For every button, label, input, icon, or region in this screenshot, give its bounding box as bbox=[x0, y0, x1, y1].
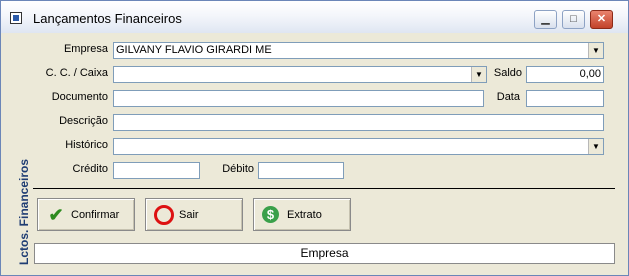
form-panel: Empresa GILVANY FLAVIO GIRARDI ME ▼ C. C… bbox=[30, 33, 624, 273]
separator-line bbox=[33, 188, 615, 189]
credito-field[interactable] bbox=[113, 162, 200, 179]
title-bar[interactable]: Lançamentos Financeiros ▁ □ ✕ bbox=[1, 1, 628, 33]
descricao-field[interactable] bbox=[113, 114, 604, 131]
saldo-field[interactable]: 0,00 bbox=[526, 66, 604, 83]
sidebar-label: Lctos. Financeiros bbox=[17, 158, 31, 265]
cc-caixa-label: C. C. / Caixa bbox=[45, 67, 108, 79]
confirmar-button[interactable]: ✔ Confirmar bbox=[37, 198, 135, 231]
lancamentos-window: Lançamentos Financeiros ▁ □ ✕ Lctos. Fin… bbox=[0, 0, 629, 276]
debito-field[interactable] bbox=[258, 162, 344, 179]
saldo-label: Saldo bbox=[493, 67, 522, 79]
descricao-label: Descrição bbox=[59, 115, 108, 127]
dollar-icon: $ bbox=[262, 206, 279, 223]
empresa-combo[interactable]: GILVANY FLAVIO GIRARDI ME ▼ bbox=[113, 42, 604, 59]
stop-icon bbox=[154, 205, 174, 225]
credito-label: Crédito bbox=[72, 163, 108, 175]
empresa-value: GILVANY FLAVIO GIRARDI ME bbox=[116, 44, 272, 56]
confirmar-label: Confirmar bbox=[71, 209, 120, 221]
extrato-label: Extrato bbox=[287, 209, 322, 221]
documento-label: Documento bbox=[51, 91, 108, 103]
debito-label: Débito bbox=[222, 163, 254, 175]
chevron-down-icon[interactable]: ▼ bbox=[588, 43, 603, 58]
chevron-down-icon[interactable]: ▼ bbox=[471, 67, 486, 82]
sidebar: Lctos. Financeiros bbox=[5, 33, 31, 273]
check-icon: ✔ bbox=[48, 205, 64, 225]
historico-combo[interactable]: ▼ bbox=[113, 138, 604, 155]
empresa-label: Empresa bbox=[63, 43, 108, 55]
data-label: Data bbox=[496, 91, 520, 103]
close-icon: ✕ bbox=[596, 13, 607, 25]
cc-caixa-combo[interactable]: ▼ bbox=[113, 66, 487, 83]
data-field[interactable] bbox=[526, 90, 604, 107]
status-bar: Empresa bbox=[34, 243, 615, 264]
minimize-icon: ▁ bbox=[541, 13, 550, 25]
sair-label: Sair bbox=[179, 209, 199, 221]
window-title: Lançamentos Financeiros bbox=[33, 11, 182, 26]
maximize-icon: □ bbox=[570, 13, 577, 25]
chevron-down-icon[interactable]: ▼ bbox=[588, 139, 603, 154]
maximize-button[interactable]: □ bbox=[562, 10, 585, 29]
sair-button[interactable]: Sair bbox=[145, 198, 243, 231]
app-window-icon[interactable] bbox=[10, 12, 22, 24]
client-area: Lctos. Financeiros Empresa GILVANY FLAVI… bbox=[5, 33, 624, 273]
historico-label: Histórico bbox=[65, 139, 108, 151]
minimize-button[interactable]: ▁ bbox=[534, 10, 557, 29]
documento-field[interactable] bbox=[113, 90, 484, 107]
close-button[interactable]: ✕ bbox=[590, 10, 613, 29]
extrato-button[interactable]: $ Extrato bbox=[253, 198, 351, 231]
